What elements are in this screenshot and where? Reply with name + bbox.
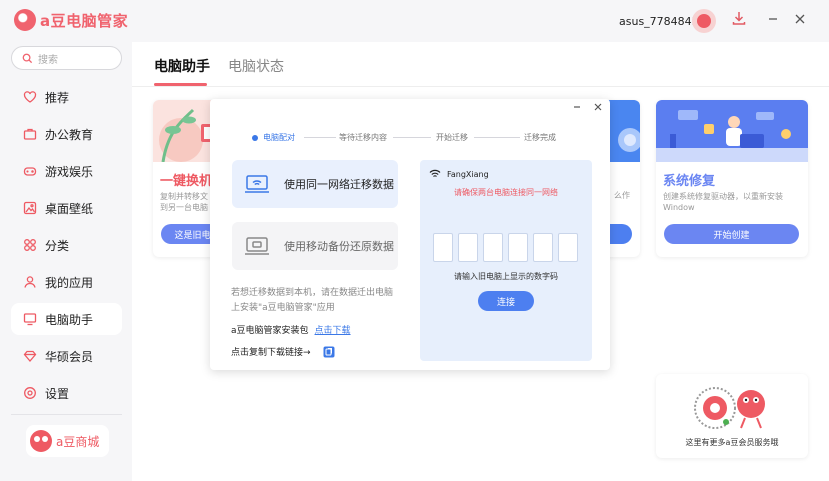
migration-steps: 电脑配对 等待迁移内容 开始迁移 迁移完成 xyxy=(250,132,570,144)
wifi-network: FangXiang xyxy=(429,169,489,179)
member-promo: 这里有更多a豆会员服务哦 xyxy=(656,374,808,458)
middle-card-text: 么作 xyxy=(614,191,630,200)
avatar[interactable] xyxy=(692,9,716,33)
code-digit-input[interactable] xyxy=(458,233,478,262)
search-input[interactable]: 搜索 xyxy=(11,46,122,70)
pairing-code-input xyxy=(433,233,581,262)
step-active-dot xyxy=(252,135,258,141)
system-repair-card: 系统修复 创建系统修复驱动器，以重新安装 Window 开始创建 xyxy=(656,100,808,257)
diamond-icon xyxy=(23,349,37,363)
laptop-drive-icon xyxy=(245,237,269,255)
sidebar-item-my-apps[interactable]: 我的应用 xyxy=(11,266,122,298)
package-label: a豆电脑管家安装包 xyxy=(231,326,309,336)
user-icon xyxy=(23,275,37,289)
step-wait: 等待迁移内容 xyxy=(339,133,387,142)
search-icon xyxy=(22,53,33,63)
code-digit-input[interactable] xyxy=(433,233,453,262)
tab-bar: 电脑助手 电脑状态 xyxy=(132,42,829,87)
connect-button[interactable]: 连接 xyxy=(478,291,534,311)
copy-link-label: 点击复制下载链接→ xyxy=(231,348,311,358)
code-digit-input[interactable] xyxy=(533,233,553,262)
briefcase-icon xyxy=(23,127,37,141)
option-mobile-backup[interactable]: 使用移动备份还原数据 xyxy=(232,222,398,270)
sidebar-item-label: 设置 xyxy=(45,386,70,401)
image-icon xyxy=(23,201,37,215)
sidebar-item-label: 电脑助手 xyxy=(45,312,94,327)
code-hint: 请输入旧电脑上显示的数字码 xyxy=(454,272,558,281)
app-title: a豆电脑管家 xyxy=(40,11,129,30)
migration-card-desc: 复制并转移文 到另一台电脑 xyxy=(160,192,208,212)
app-logo: a豆电脑管家 xyxy=(14,9,128,31)
heart-icon xyxy=(23,90,37,104)
laptop-wifi-icon xyxy=(245,175,269,193)
dialog-minimize-button[interactable] xyxy=(570,101,584,115)
package-row: a豆电脑管家安装包 点击下载 xyxy=(231,323,351,336)
promo-text: 这里有更多a豆会员服务哦 xyxy=(685,438,779,447)
tab-underline xyxy=(154,83,207,86)
sidebar-item-label: 桌面壁纸 xyxy=(45,201,94,216)
sidebar: 搜索 推荐 办公教育 游戏娱乐 桌面壁纸 分类 我的应用 电脑助手 华硕会员 设… xyxy=(0,42,132,481)
step-connector xyxy=(474,137,520,138)
gear-icon xyxy=(23,386,37,400)
search-placeholder: 搜索 xyxy=(38,54,58,66)
sidebar-item-recommend[interactable]: 推荐 xyxy=(11,81,122,113)
code-digit-input[interactable] xyxy=(508,233,528,262)
close-button[interactable] xyxy=(791,11,809,29)
code-digit-input[interactable] xyxy=(558,233,578,262)
sidebar-item-label: 推荐 xyxy=(45,90,70,105)
category-icon xyxy=(23,238,37,252)
step-pair: 电脑配对 xyxy=(263,133,295,142)
pairing-panel: FangXiang 请确保两台电脑连接同一网络 请输入旧电脑上显示的数字码 连接 xyxy=(420,160,592,361)
code-digit-input[interactable] xyxy=(483,233,503,262)
shop-button[interactable]: a豆商城 xyxy=(26,425,109,457)
network-warning: 请确保两台电脑连接同一网络 xyxy=(454,188,558,197)
title-bar: a豆电脑管家 asus_77848458 xyxy=(0,0,829,42)
system-repair-desc: 创建系统修复驱动器，以重新安装 Window xyxy=(663,192,783,212)
mascot-icon xyxy=(30,430,52,452)
copy-link-row: 点击复制下载链接→ xyxy=(231,345,335,358)
download-icon[interactable] xyxy=(729,10,749,30)
minimize-button[interactable] xyxy=(764,11,782,29)
sidebar-item-pc-assistant[interactable]: 电脑助手 xyxy=(11,303,122,335)
app-logo-icon xyxy=(14,9,36,31)
sidebar-item-label: 游戏娱乐 xyxy=(45,164,94,179)
monitor-icon xyxy=(23,312,37,326)
wifi-network-name: FangXiang xyxy=(447,169,489,179)
migration-card-title: 一键换机 xyxy=(160,174,213,189)
migration-info: 若想迁移数据到本机，请在数据迁出电脑 上安装"a豆电脑管家"应用 xyxy=(231,288,394,313)
sidebar-item-label: 我的应用 xyxy=(45,275,94,290)
sidebar-divider xyxy=(11,414,122,415)
gamepad-icon xyxy=(23,164,37,178)
step-start: 开始迁移 xyxy=(436,133,468,142)
option-same-network-label: 使用同一网络迁移数据 xyxy=(284,178,394,191)
tab-pc-assistant[interactable]: 电脑助手 xyxy=(154,56,210,76)
dialog-close-button[interactable] xyxy=(591,101,605,115)
system-repair-illustration xyxy=(656,100,808,162)
step-done: 迁移完成 xyxy=(524,133,556,142)
option-same-network[interactable]: 使用同一网络迁移数据 xyxy=(232,160,398,208)
step-connector xyxy=(304,137,336,138)
tab-pc-status[interactable]: 电脑状态 xyxy=(228,56,284,76)
option-mobile-backup-label: 使用移动备份还原数据 xyxy=(284,240,394,253)
step-connector xyxy=(393,137,431,138)
sidebar-item-label: 华硕会员 xyxy=(45,349,94,364)
wifi-icon xyxy=(429,169,441,177)
sidebar-item-wallpaper[interactable]: 桌面壁纸 xyxy=(11,192,122,224)
download-link[interactable]: 点击下载 xyxy=(315,326,351,336)
system-repair-title: 系统修复 xyxy=(663,174,716,189)
sidebar-item-office[interactable]: 办公教育 xyxy=(11,118,122,150)
qr-code-icon[interactable] xyxy=(691,382,771,434)
sidebar-item-label: 办公教育 xyxy=(45,127,94,142)
migration-dialog: 电脑配对 等待迁移内容 开始迁移 迁移完成 使用同一网络迁移数据 使用移动备份还… xyxy=(210,99,610,370)
copy-icon[interactable] xyxy=(323,346,335,358)
sidebar-item-settings[interactable]: 设置 xyxy=(11,377,122,409)
shop-label: a豆商城 xyxy=(56,434,100,449)
sidebar-item-label: 分类 xyxy=(45,238,70,253)
sidebar-item-member[interactable]: 华硕会员 xyxy=(11,340,122,372)
start-create-button[interactable]: 开始创建 xyxy=(664,224,799,244)
sidebar-item-games[interactable]: 游戏娱乐 xyxy=(11,155,122,187)
sidebar-item-category[interactable]: 分类 xyxy=(11,229,122,261)
